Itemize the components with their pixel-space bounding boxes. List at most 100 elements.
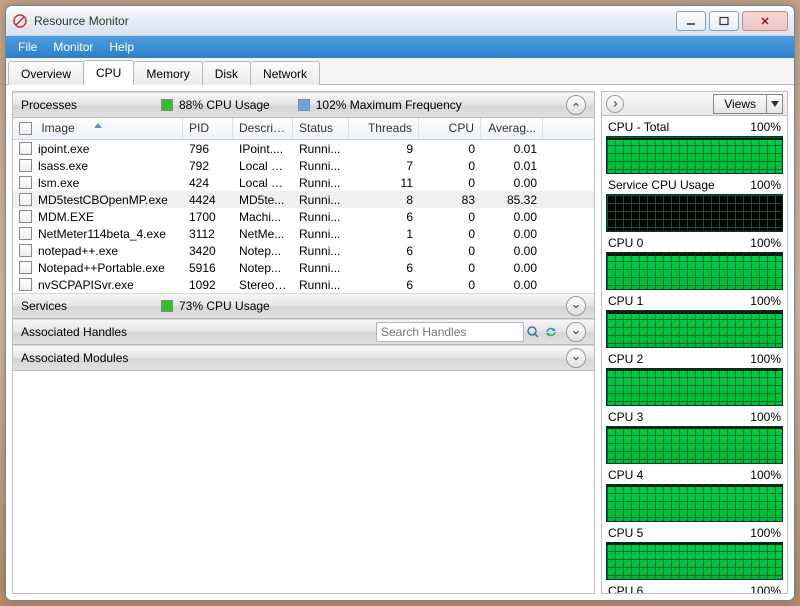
- graph-pct: 100%: [750, 178, 781, 192]
- graph-name: CPU - Total: [608, 120, 669, 134]
- row-checkbox[interactable]: [19, 176, 32, 189]
- graph-block: CPU 2100%: [606, 352, 783, 406]
- graph-list[interactable]: CPU - Total100%Service CPU Usage100%CPU …: [602, 116, 787, 593]
- table-row[interactable]: NetMeter114beta_4.exe3112NetMe...Runni..…: [13, 225, 594, 242]
- menu-file[interactable]: File: [10, 38, 45, 56]
- select-all-checkbox[interactable]: [19, 122, 32, 135]
- col-cpu[interactable]: CPU: [419, 118, 481, 139]
- menubar: File Monitor Help: [6, 36, 794, 58]
- sort-asc-icon: [94, 118, 102, 131]
- expand-services-button[interactable]: [566, 296, 586, 316]
- table-row[interactable]: lsass.exe792Local S...Runni...700.01: [13, 157, 594, 174]
- app-icon: [12, 13, 28, 29]
- graph-pct: 100%: [750, 294, 781, 308]
- window: Resource Monitor File Monitor Help Overv…: [5, 5, 795, 601]
- tab-cpu[interactable]: CPU: [83, 60, 134, 85]
- graph-pct: 100%: [750, 236, 781, 250]
- col-threads[interactable]: Threads: [349, 118, 419, 139]
- maximize-button[interactable]: [709, 11, 739, 31]
- table-row[interactable]: nvSCPAPISvr.exe1092Stereo ...Runni...600…: [13, 276, 594, 293]
- views-dropdown[interactable]: Views: [713, 94, 783, 114]
- graph: [606, 426, 783, 464]
- row-checkbox[interactable]: [19, 142, 32, 155]
- services-cpu-swatch: [161, 300, 173, 312]
- row-checkbox[interactable]: [19, 210, 32, 223]
- close-button[interactable]: [742, 11, 788, 31]
- titlebar[interactable]: Resource Monitor: [6, 6, 794, 36]
- minimize-button[interactable]: [676, 11, 706, 31]
- table-row[interactable]: Notepad++Portable.exe5916Notep...Runni..…: [13, 259, 594, 276]
- graph-block: CPU 3100%: [606, 410, 783, 464]
- graph: [606, 484, 783, 522]
- col-status[interactable]: Status: [293, 118, 349, 139]
- graph: [606, 310, 783, 348]
- right-pane-header: Views: [602, 92, 787, 116]
- tab-overview[interactable]: Overview: [8, 61, 84, 85]
- graph-pct: 100%: [750, 526, 781, 540]
- col-description[interactable]: Descrip...: [233, 118, 293, 139]
- expand-handles-button[interactable]: [566, 322, 586, 342]
- row-checkbox[interactable]: [19, 227, 32, 240]
- processes-title: Processes: [21, 98, 161, 112]
- graph-name: CPU 0: [608, 236, 643, 250]
- row-checkbox[interactable]: [19, 159, 32, 172]
- graph-block: CPU 6 100%: [606, 584, 783, 593]
- tab-network[interactable]: Network: [250, 61, 320, 85]
- graph-name: CPU 1: [608, 294, 643, 308]
- graph-pct: 100%: [750, 410, 781, 424]
- col-image[interactable]: Image: [13, 118, 183, 139]
- graph-block: CPU 4 100%: [606, 468, 783, 522]
- menu-help[interactable]: Help: [101, 38, 142, 56]
- graph-name: CPU 6: [608, 584, 643, 593]
- tab-disk[interactable]: Disk: [202, 61, 251, 85]
- refresh-icon[interactable]: [542, 325, 560, 339]
- table-row[interactable]: MDM.EXE1700Machi...Runni...600.00: [13, 208, 594, 225]
- max-freq-swatch: [298, 99, 310, 111]
- chevron-down-icon: [766, 95, 782, 113]
- row-checkbox[interactable]: [19, 244, 32, 257]
- search-icon[interactable]: [524, 325, 542, 339]
- empty-area: [13, 371, 594, 593]
- graph: [606, 252, 783, 290]
- search-handles-input[interactable]: [376, 322, 524, 342]
- graph-block: CPU 5 100%: [606, 526, 783, 580]
- expand-modules-button[interactable]: [566, 348, 586, 368]
- graph-block: CPU 1 100%: [606, 294, 783, 348]
- menu-monitor[interactable]: Monitor: [45, 38, 101, 56]
- max-freq-text: 102% Maximum Frequency: [316, 98, 462, 112]
- row-checkbox[interactable]: [19, 193, 32, 206]
- table-row[interactable]: MD5testCBOpenMP.exe4424MD5te...Runni...8…: [13, 191, 594, 208]
- services-title: Services: [21, 299, 161, 313]
- tab-memory[interactable]: Memory: [133, 61, 202, 85]
- services-header[interactable]: Services 73% CPU Usage: [13, 293, 594, 319]
- cpu-usage-swatch: [161, 99, 173, 111]
- collapse-right-pane-button[interactable]: [606, 95, 624, 113]
- table-header: Image PID Descrip... Status Threads CPU …: [13, 118, 594, 140]
- table-row[interactable]: notepad++.exe3420Notep...Runni...600.00: [13, 242, 594, 259]
- graph: [606, 542, 783, 580]
- graph: [606, 194, 783, 232]
- row-checkbox[interactable]: [19, 278, 32, 291]
- col-average[interactable]: Averag...: [481, 118, 543, 139]
- processes-table: Image PID Descrip... Status Threads CPU …: [13, 118, 594, 293]
- row-checkbox[interactable]: [19, 261, 32, 274]
- graph: [606, 368, 783, 406]
- graph-pct: 100%: [750, 120, 781, 134]
- col-pid[interactable]: PID: [183, 118, 233, 139]
- graph-pct: 100%: [750, 352, 781, 366]
- modules-header[interactable]: Associated Modules: [13, 345, 594, 371]
- processes-header[interactable]: Processes 88% CPU Usage 102% Maximum Fre…: [13, 92, 594, 118]
- collapse-processes-button[interactable]: [566, 95, 586, 115]
- cpu-usage-text: 88% CPU Usage: [179, 98, 270, 112]
- graph-pct: 100%: [750, 468, 781, 482]
- tabbar: Overview CPU Memory Disk Network: [6, 58, 794, 85]
- graph-name: CPU 5: [608, 526, 643, 540]
- graph-pct: 100%: [750, 584, 781, 593]
- window-title: Resource Monitor: [34, 14, 129, 28]
- graph-name: Service CPU Usage: [608, 178, 715, 192]
- table-row[interactable]: lsm.exe424Local S...Runni...1100.00: [13, 174, 594, 191]
- right-pane: Views CPU - Total 100% Service CPU Usage 10…: [601, 91, 788, 594]
- graph-name: CPU 4: [608, 468, 643, 482]
- table-row[interactable]: ipoint.exe796IPoint....Runni...900.01: [13, 140, 594, 157]
- handles-header[interactable]: Associated Handles: [13, 319, 594, 345]
